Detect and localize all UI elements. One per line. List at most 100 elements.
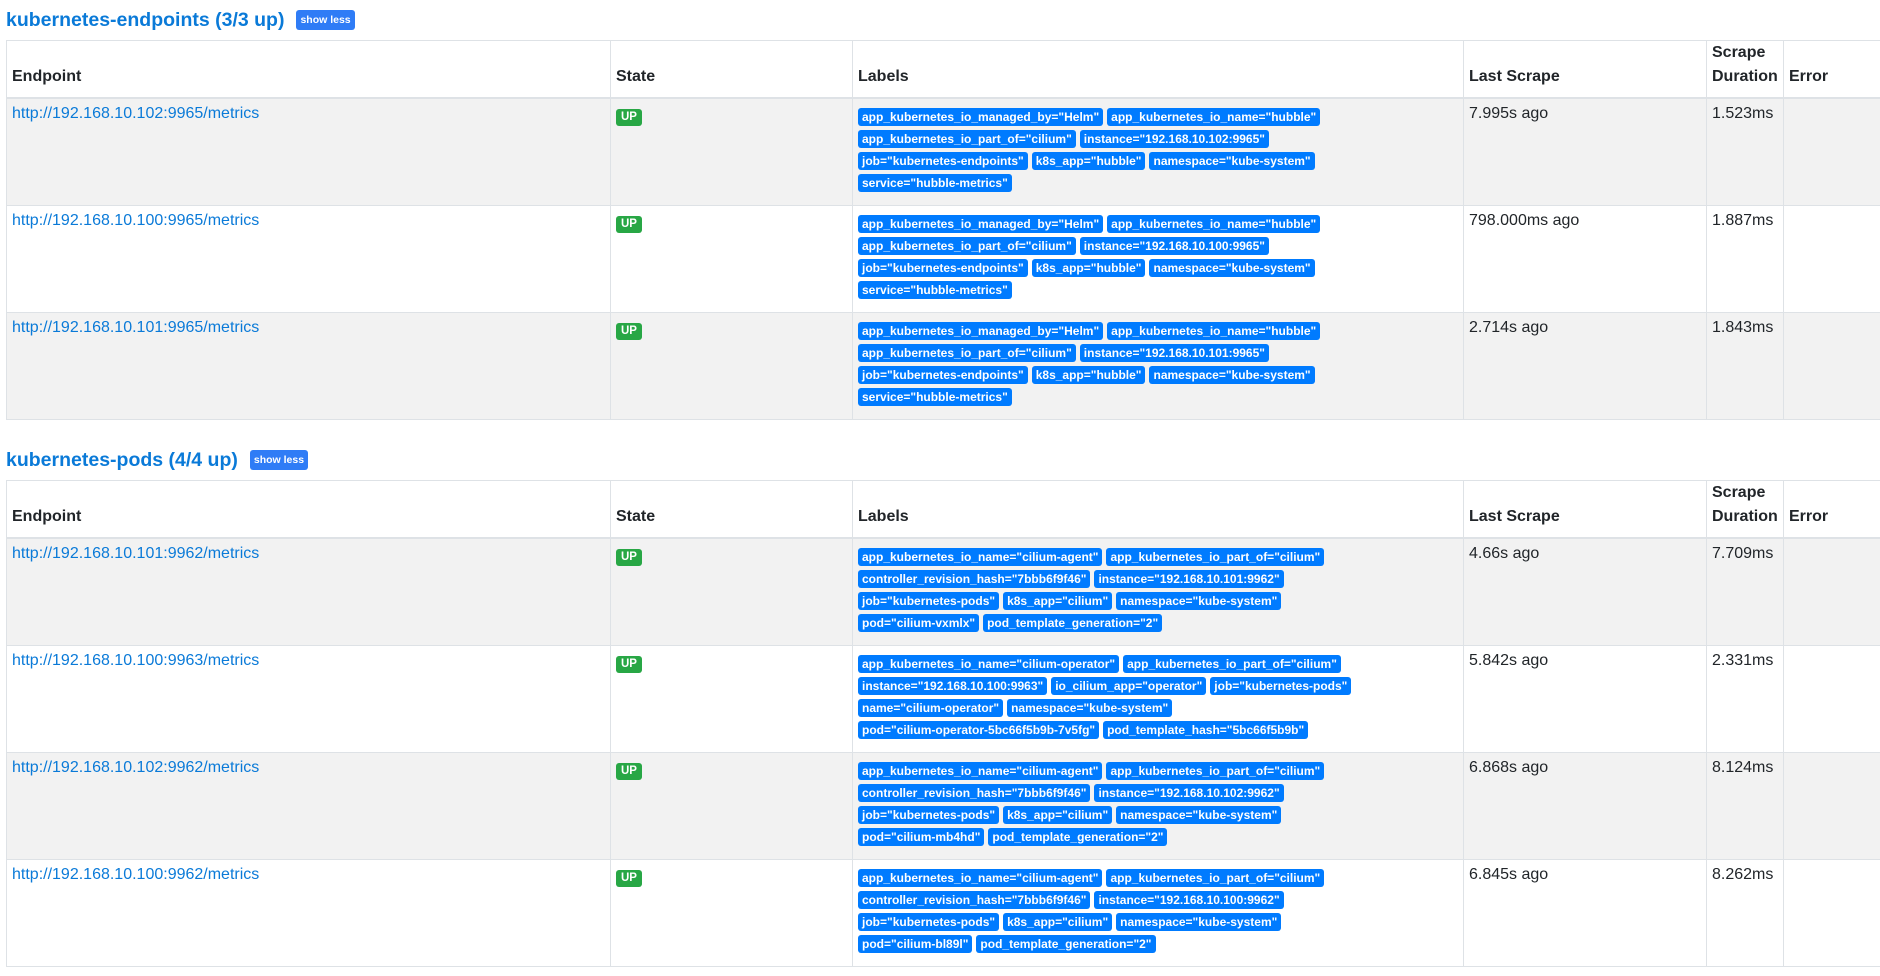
last-scrape-cell: 5.842s ago <box>1463 644 1707 753</box>
table-row: http://192.168.10.100:9965/metrics UP app_… <box>6 204 1880 313</box>
state-badge: UP <box>616 869 642 887</box>
show-less-button[interactable]: show less <box>296 10 355 30</box>
labels-cell: app_kubernetes_io_managed_by="Helm" app_k… <box>852 204 1464 313</box>
endpoint-link[interactable]: http://192.168.10.101:9965/metrics <box>12 319 259 336</box>
column-header-last-scrape: Last Scrape <box>1463 480 1707 539</box>
label-badge: app_kubernetes_io_name="hubble" <box>1107 108 1321 126</box>
scrape-duration-cell: 1.887ms <box>1706 204 1784 313</box>
scrape-duration-cell: 8.262ms <box>1706 858 1784 967</box>
endpoint-link[interactable]: http://192.168.10.102:9965/metrics <box>12 105 259 122</box>
label-badge: app_kubernetes_io_managed_by="Helm" <box>858 214 1104 233</box>
label-badge: app_kubernetes_io_part_of="cilium" <box>1106 548 1325 566</box>
labels-cell: app_kubernetes_io_name="cilium-agent" app… <box>852 858 1464 967</box>
labels-cell: app_kubernetes_io_name="cilium-agent" app… <box>852 537 1464 646</box>
state-badge: UP <box>616 762 642 780</box>
label-badge: k8s_app="hubble" <box>1031 365 1146 384</box>
error-cell <box>1783 751 1880 860</box>
label-badge: job="kubernetes-endpoints" <box>858 152 1028 170</box>
label-badge: pod="cilium-vxmlx" <box>858 614 980 632</box>
targets-table: Endpoint State Labels Last Scrape Scrape… <box>6 480 1880 967</box>
label-badge: k8s_app="cilium" <box>1003 805 1113 824</box>
table-row: http://192.168.10.100:9963/metrics UP app_… <box>6 644 1880 753</box>
state-badge: UP <box>616 655 642 673</box>
table-row: http://192.168.10.102:9965/metrics UP app_… <box>6 97 1880 206</box>
scrape-duration-cell: 8.124ms <box>1706 751 1784 860</box>
column-header-error: Error <box>1783 480 1880 539</box>
label-badge: service="hubble-metrics" <box>858 174 1012 192</box>
label-badge: app_kubernetes_io_name="cilium-agent" <box>858 761 1103 780</box>
endpoint-link[interactable]: http://192.168.10.100:9963/metrics <box>12 652 259 669</box>
error-cell <box>1783 204 1880 313</box>
column-header-endpoint: Endpoint <box>6 40 611 99</box>
targets-table: Endpoint State Labels Last Scrape Scrape… <box>6 40 1880 420</box>
last-scrape-cell: 4.66s ago <box>1463 537 1707 646</box>
endpoint-cell: http://192.168.10.101:9962/metrics <box>6 537 611 646</box>
column-header-scrape-duration: Scrape Duration <box>1706 40 1784 99</box>
column-header-state: State <box>610 40 853 99</box>
targets-body: http://192.168.10.102:9965/metrics UP app_… <box>6 97 1880 420</box>
label-badge: io_cilium_app="operator" <box>1051 676 1207 695</box>
label-badge: namespace="kube-system" <box>1149 258 1315 277</box>
label-badge: pod="cilium-bl89l" <box>858 934 973 953</box>
label-badge: instance="192.168.10.101:9962" <box>1094 570 1284 588</box>
label-badge: app_kubernetes_io_part_of="cilium" <box>1106 868 1325 887</box>
label-badge: instance="192.168.10.100:9965" <box>1079 236 1269 255</box>
last-scrape-cell: 798.000ms ago <box>1463 204 1707 313</box>
label-badge: controller_revision_hash="7bbb6f9f46" <box>858 570 1091 588</box>
state-cell: UP <box>610 311 853 420</box>
label-badge: pod="cilium-operator-5bc66f5b9b-7v5fg" <box>858 720 1100 739</box>
column-header-endpoint: Endpoint <box>6 480 611 539</box>
label-badge: controller_revision_hash="7bbb6f9f46" <box>858 890 1091 909</box>
label-badge: name="cilium-operator" <box>858 698 1004 717</box>
column-header-labels: Labels <box>852 40 1464 99</box>
label-badge: job="kubernetes-pods" <box>858 912 1000 931</box>
column-header-error: Error <box>1783 40 1880 99</box>
show-less-button[interactable]: show less <box>249 450 309 470</box>
label-badge: job="kubernetes-pods" <box>1210 676 1352 695</box>
label-badge: app_kubernetes_io_name="hubble" <box>1107 214 1321 233</box>
table-row: http://192.168.10.102:9962/metrics UP app_… <box>6 751 1880 860</box>
error-cell <box>1783 858 1880 967</box>
endpoint-link[interactable]: http://192.168.10.100:9962/metrics <box>12 866 259 883</box>
last-scrape-cell: 6.868s ago <box>1463 751 1707 860</box>
endpoint-link[interactable]: http://192.168.10.100:9965/metrics <box>12 212 259 229</box>
label-badge: instance="192.168.10.100:9963" <box>858 676 1048 695</box>
label-badge: namespace="kube-system" <box>1116 912 1282 931</box>
labels-cell: app_kubernetes_io_name="cilium-operator"… <box>852 644 1464 753</box>
label-badge: app_kubernetes_io_name="cilium-operator" <box>858 654 1120 673</box>
group-title-link[interactable]: kubernetes-pods (4/4 up) <box>6 449 238 472</box>
label-badge: app_kubernetes_io_name="cilium-agent" <box>858 868 1103 887</box>
label-badge: namespace="kube-system" <box>1116 805 1282 824</box>
label-badge: app_kubernetes_io_part_of="cilium" <box>858 343 1076 362</box>
label-badge: controller_revision_hash="7bbb6f9f46" <box>858 783 1091 802</box>
label-badge: job="kubernetes-pods" <box>858 805 1000 824</box>
state-cell: UP <box>610 644 853 753</box>
label-badge: job="kubernetes-endpoints" <box>858 365 1028 384</box>
group-title-link[interactable]: kubernetes-endpoints (3/3 up) <box>6 9 284 32</box>
group-header: kubernetes-pods (4/4 up) show less <box>6 440 1880 480</box>
labels-list: app_kubernetes_io_name="cilium-agent" app… <box>858 868 1378 953</box>
state-badge: UP <box>616 322 642 340</box>
label-badge: app_kubernetes_io_managed_by="Helm" <box>858 321 1104 340</box>
endpoint-link[interactable]: http://192.168.10.102:9962/metrics <box>12 759 259 776</box>
endpoint-link[interactable]: http://192.168.10.101:9962/metrics <box>12 545 259 562</box>
label-badge: namespace="kube-system" <box>1007 698 1173 717</box>
label-badge: job="kubernetes-endpoints" <box>858 258 1028 277</box>
state-cell: UP <box>610 858 853 967</box>
label-badge: service="hubble-metrics" <box>858 280 1012 299</box>
label-badge: instance="192.168.10.102:9965" <box>1079 130 1269 148</box>
label-badge: pod_template_generation="2" <box>976 934 1156 953</box>
state-cell: UP <box>610 97 853 206</box>
last-scrape-cell: 6.845s ago <box>1463 858 1707 967</box>
column-header-last-scrape: Last Scrape <box>1463 40 1707 99</box>
targets-body: http://192.168.10.101:9962/metrics UP app_… <box>6 537 1880 967</box>
label-badge: k8s_app="cilium" <box>1003 912 1113 931</box>
scrape-duration-cell: 1.843ms <box>1706 311 1784 420</box>
column-header-scrape-duration: Scrape Duration <box>1706 480 1784 539</box>
state-cell: UP <box>610 204 853 313</box>
scrape-duration-cell: 1.523ms <box>1706 97 1784 206</box>
endpoint-cell: http://192.168.10.100:9965/metrics <box>6 204 611 313</box>
labels-cell: app_kubernetes_io_managed_by="Helm" app_k… <box>852 311 1464 420</box>
labels-cell: app_kubernetes_io_name="cilium-agent" app… <box>852 751 1464 860</box>
label-badge: k8s_app="hubble" <box>1031 258 1146 277</box>
